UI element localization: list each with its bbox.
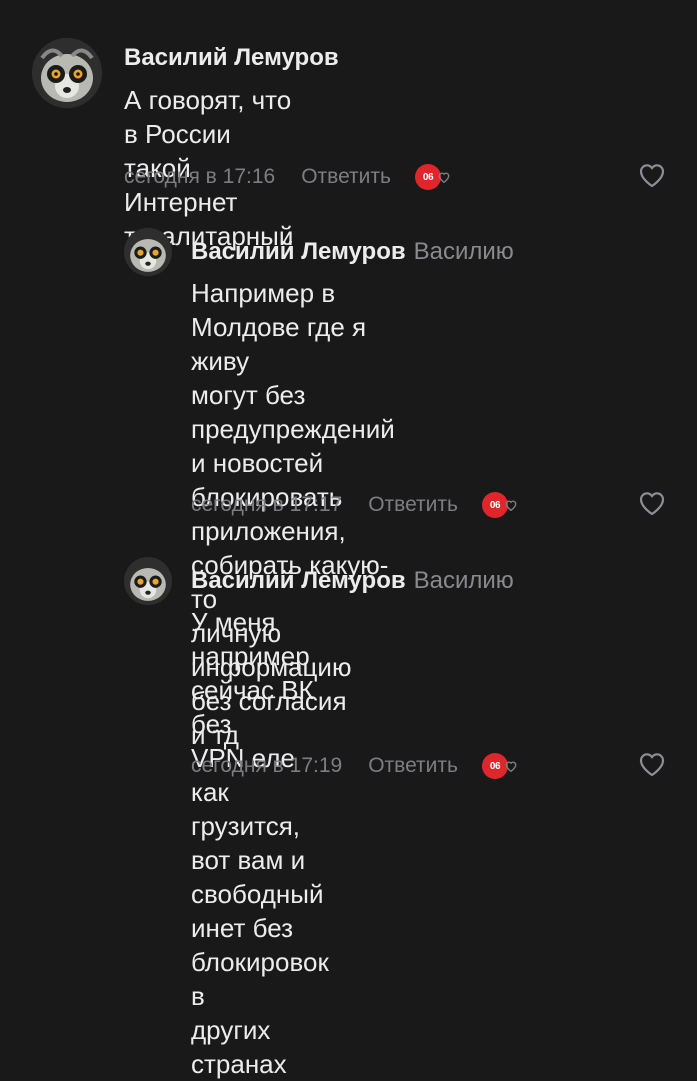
timestamp: сегодня в 17:16 [124, 165, 276, 188]
reaction-button[interactable]: 06 [481, 751, 522, 781]
timestamp: сегодня в 17:17 [191, 493, 343, 516]
like-heart-icon[interactable] [638, 751, 666, 777]
author-name[interactable]: Василий Лемуров [124, 44, 339, 71]
reaction-button[interactable]: 06 [414, 162, 455, 192]
author-name[interactable]: Василий Лемуров [191, 238, 406, 265]
mini-heart-icon [505, 500, 517, 512]
comment-author[interactable]: Василий Лемуров Василию [191, 567, 514, 595]
lemur-avatar-icon [124, 557, 172, 605]
reply-to-label[interactable]: Василию [414, 238, 514, 265]
comment-line: Например в Молдове где я живу [191, 278, 367, 376]
avatar[interactable] [124, 228, 172, 276]
author-name[interactable]: Василий Лемуров [191, 567, 406, 594]
lemur-avatar-icon [124, 228, 172, 276]
comment-line: приложения, собирать какую-то [191, 516, 389, 614]
comment-line: У меня например сейчас ВК без [191, 607, 314, 739]
avatar[interactable] [32, 38, 102, 108]
mini-heart-icon [438, 172, 450, 184]
comment-line: других странах [191, 1015, 287, 1079]
comment-meta: сегодня в 17:19 Ответить 06 [191, 751, 522, 781]
reply-button[interactable]: Ответить [301, 165, 391, 189]
reply-button[interactable]: Ответить [368, 754, 458, 778]
comment-line: А говорят, что в России такой Интернет [124, 85, 292, 217]
mini-heart-icon [505, 761, 517, 773]
reply-to-label[interactable]: Василию [414, 567, 514, 594]
timestamp: сегодня в 17:19 [191, 754, 343, 777]
comment-meta: сегодня в 17:16 Ответить 06 [124, 162, 455, 192]
comment-text: У меня например сейчас ВК без VPN еле ка… [191, 605, 329, 1081]
comment-author[interactable]: Василий Лемуров [124, 44, 339, 72]
comment-meta: сегодня в 17:17 Ответить 06 [191, 490, 522, 520]
avatar[interactable] [124, 557, 172, 605]
like-heart-icon[interactable] [638, 162, 666, 188]
reply-button[interactable]: Ответить [368, 493, 458, 517]
lemur-avatar-icon [32, 38, 102, 108]
reaction-button[interactable]: 06 [481, 490, 522, 520]
comment-line: могут без предупреждений [191, 380, 395, 444]
comment-author[interactable]: Василий Лемуров Василию [191, 238, 514, 266]
like-heart-icon[interactable] [638, 490, 666, 516]
comment-line: свободный инет без блокировок в [191, 879, 329, 1011]
